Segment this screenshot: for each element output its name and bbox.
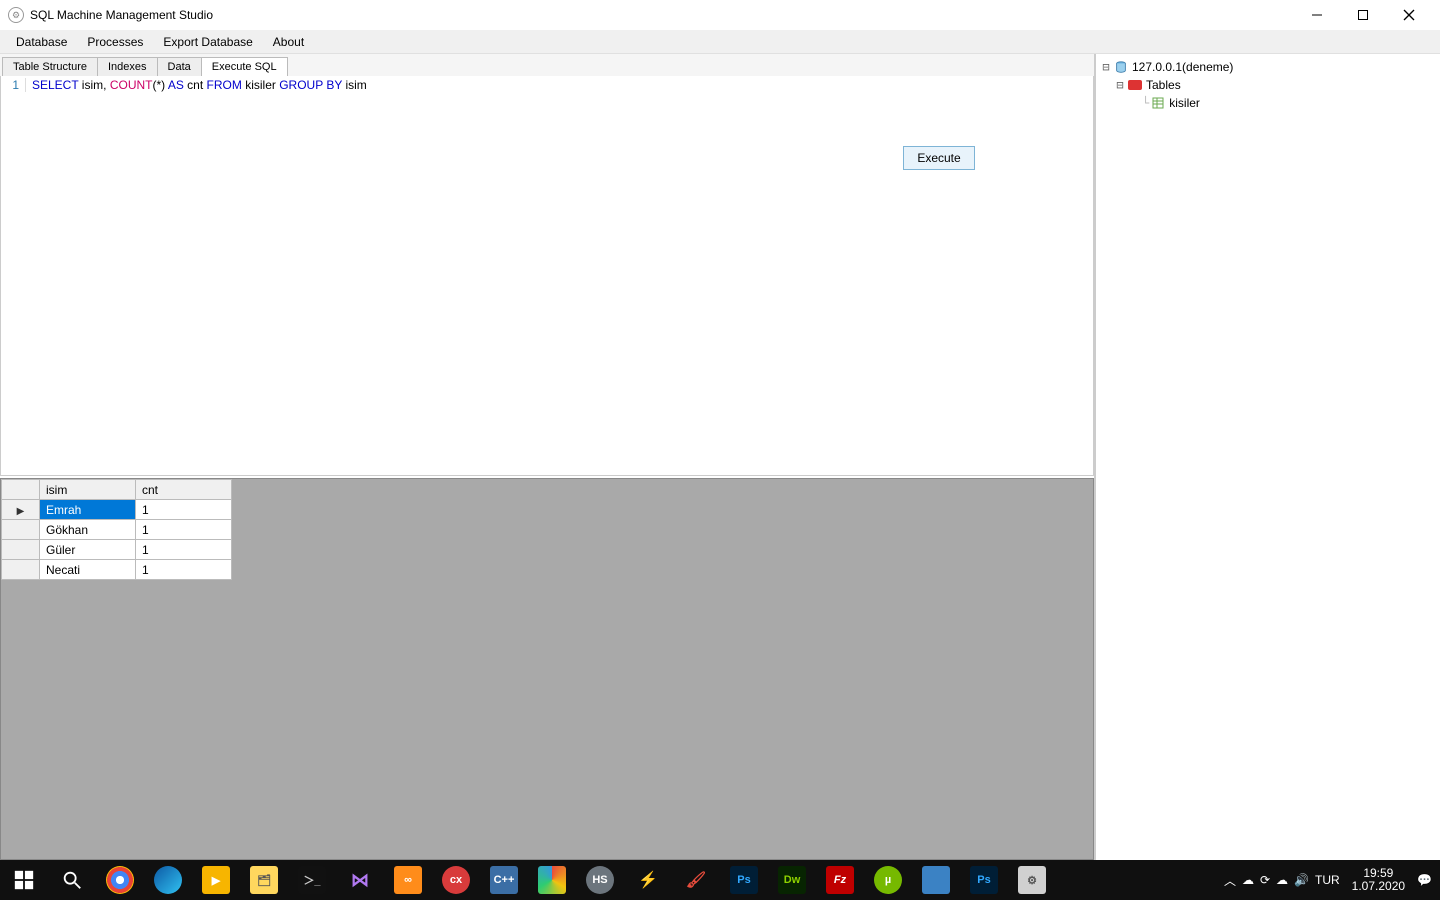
tray-volume-icon[interactable]: 🔊 <box>1294 873 1309 887</box>
taskbar-app-heidisql[interactable]: HS <box>576 860 624 900</box>
execute-button[interactable]: Execute <box>903 146 975 170</box>
table-row[interactable]: Gökhan1 <box>2 520 232 540</box>
taskbar-app-edge[interactable] <box>144 860 192 900</box>
tree-tables-label[interactable]: Tables <box>1146 78 1181 92</box>
line-number-gutter: 1 <box>1 76 23 92</box>
tab-data[interactable]: Data <box>157 57 202 76</box>
row-header[interactable]: ▶ <box>2 500 40 520</box>
tray-notifications-icon[interactable]: 💬 <box>1417 873 1432 887</box>
search-button[interactable] <box>48 860 96 900</box>
cell-cnt[interactable]: 1 <box>136 560 232 580</box>
results-panel: isim cnt ▶Emrah1Gökhan1Güler1Necati1 <box>0 478 1094 860</box>
tray-sync-icon[interactable]: ⟳ <box>1260 873 1270 887</box>
taskbar-app-generic-3[interactable] <box>528 860 576 900</box>
table-row[interactable]: Güler1 <box>2 540 232 560</box>
cell-isim[interactable]: Emrah <box>40 500 136 520</box>
cell-cnt[interactable]: 1 <box>136 520 232 540</box>
close-button[interactable] <box>1386 0 1432 30</box>
table-icon <box>1151 96 1165 110</box>
start-button[interactable] <box>0 860 48 900</box>
row-header[interactable] <box>2 560 40 580</box>
tab-indexes[interactable]: Indexes <box>97 57 158 76</box>
taskbar-app-utorrent[interactable]: µ <box>864 860 912 900</box>
sql-editor-area: 1 SELECT isim, COUNT(*) AS cnt FROM kisi… <box>0 76 1094 476</box>
tree-branch-line: └ <box>1142 96 1149 110</box>
menubar: Database Processes Export Database About <box>0 30 1440 54</box>
titlebar: ⚙ SQL Machine Management Studio <box>0 0 1440 30</box>
taskbar-app-generic-6[interactable] <box>912 860 960 900</box>
cell-isim[interactable]: Gökhan <box>40 520 136 540</box>
tab-table-structure[interactable]: Table Structure <box>2 57 98 76</box>
taskbar-app-photoshop-2[interactable]: Ps <box>960 860 1008 900</box>
taskbar-app-current[interactable]: ⚙ <box>1008 860 1056 900</box>
tray-language[interactable]: TUR <box>1315 873 1340 887</box>
column-header-isim[interactable]: isim <box>40 480 136 500</box>
server-icon <box>1114 60 1128 74</box>
maximize-button[interactable] <box>1340 0 1386 30</box>
tab-execute-sql[interactable]: Execute SQL <box>201 57 288 76</box>
cell-isim[interactable]: Güler <box>40 540 136 560</box>
cell-cnt[interactable]: 1 <box>136 540 232 560</box>
taskbar-app-dreamweaver[interactable]: Dw <box>768 860 816 900</box>
taskbar-app-devcpp[interactable]: C++ <box>480 860 528 900</box>
tree-table-kisiler[interactable]: kisiler <box>1169 96 1200 110</box>
menu-database[interactable]: Database <box>6 32 77 52</box>
row-header[interactable] <box>2 520 40 540</box>
taskbar-app-generic-1[interactable]: ∞ <box>384 860 432 900</box>
taskbar-app-generic-5[interactable]: 🖌 <box>672 860 720 900</box>
taskbar-app-explorer[interactable]: 🗂 <box>240 860 288 900</box>
window-title: SQL Machine Management Studio <box>30 8 1294 22</box>
taskbar-app-generic-4[interactable]: ⚡ <box>624 860 672 900</box>
menu-about[interactable]: About <box>263 32 314 52</box>
tree-toggle-tables[interactable]: ⊟ <box>1114 78 1126 92</box>
menu-processes[interactable]: Processes <box>77 32 153 52</box>
cell-cnt[interactable]: 1 <box>136 500 232 520</box>
tabstrip: Table Structure Indexes Data Execute SQL <box>0 54 1094 76</box>
tray-cloud-icon[interactable]: ☁ <box>1276 873 1288 887</box>
tray-clock[interactable]: 19:59 1.07.2020 <box>1346 867 1411 893</box>
tree-server-label[interactable]: 127.0.0.1(deneme) <box>1132 60 1233 74</box>
taskbar-app-terminal[interactable]: ＞_ <box>288 860 336 900</box>
sql-editor[interactable]: SELECT isim, COUNT(*) AS cnt FROM kisile… <box>25 78 1089 92</box>
taskbar-app-chrome[interactable] <box>96 860 144 900</box>
taskbar: ▶ 🗂 ＞_ ⋈ ∞ cx C++ HS ⚡ 🖌 Ps Dw Fz µ Ps ⚙… <box>0 860 1440 900</box>
taskbar-app-filezilla[interactable]: Fz <box>816 860 864 900</box>
line-number: 1 <box>12 78 19 92</box>
results-grid[interactable]: isim cnt ▶Emrah1Gökhan1Güler1Necati1 <box>1 479 232 580</box>
system-tray[interactable]: ︿ ☁ ⟳ ☁ 🔊 TUR 19:59 1.07.2020 💬 <box>1216 867 1440 893</box>
table-row[interactable]: ▶Emrah1 <box>2 500 232 520</box>
tree-toggle-server[interactable]: ⊟ <box>1100 60 1112 74</box>
taskbar-app-generic-2[interactable]: cx <box>432 860 480 900</box>
object-explorer: ⊟ 127.0.0.1(deneme) ⊟ Tables └ kisiler <box>1095 54 1440 860</box>
app-icon: ⚙ <box>8 7 24 23</box>
taskbar-app-visual-studio[interactable]: ⋈ <box>336 860 384 900</box>
row-header[interactable] <box>2 540 40 560</box>
table-row[interactable]: Necati1 <box>2 560 232 580</box>
tray-chevron-icon[interactable]: ︿ <box>1224 872 1236 889</box>
taskbar-app-photoshop-1[interactable]: Ps <box>720 860 768 900</box>
menu-export-database[interactable]: Export Database <box>153 32 262 52</box>
taskbar-app-media-player[interactable]: ▶ <box>192 860 240 900</box>
grid-corner[interactable] <box>2 480 40 500</box>
column-header-cnt[interactable]: cnt <box>136 480 232 500</box>
tray-onedrive-icon[interactable]: ☁ <box>1242 873 1254 887</box>
folder-icon <box>1128 80 1142 90</box>
cell-isim[interactable]: Necati <box>40 560 136 580</box>
tray-date: 1.07.2020 <box>1352 880 1405 893</box>
minimize-button[interactable] <box>1294 0 1340 30</box>
